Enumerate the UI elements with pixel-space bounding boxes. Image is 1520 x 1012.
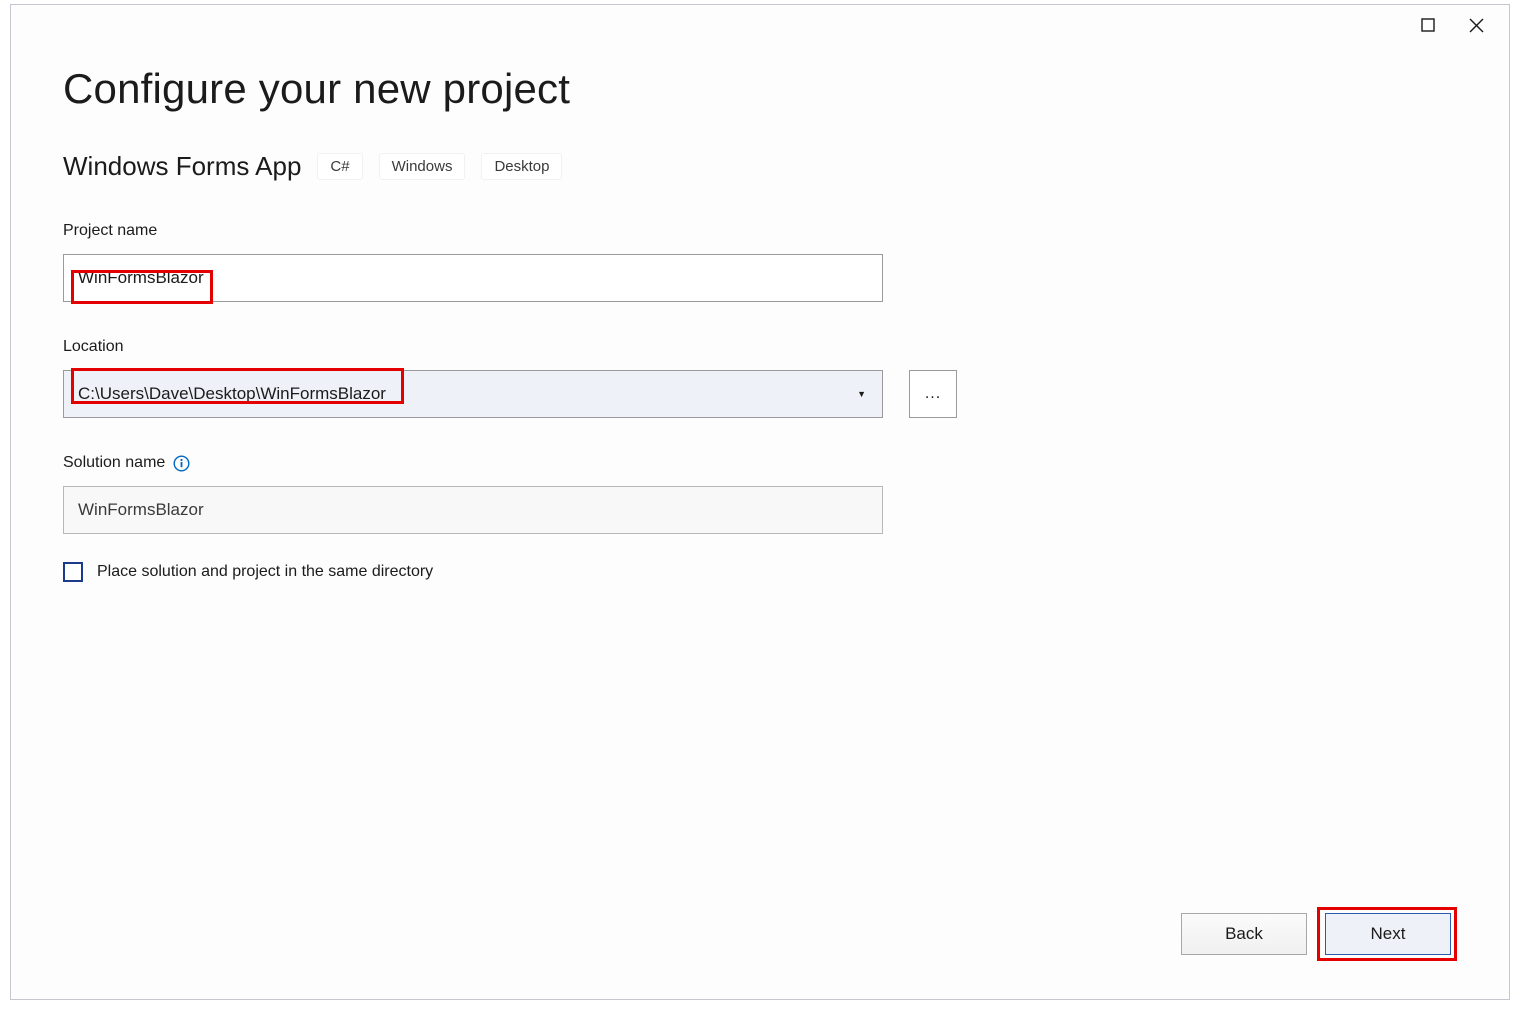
location-value: C:\Users\Dave\Desktop\WinFormsBlazor xyxy=(78,384,857,404)
same-directory-checkbox[interactable] xyxy=(63,562,83,582)
template-name: Windows Forms App xyxy=(63,151,301,182)
tag-platform: Windows xyxy=(379,153,466,180)
project-name-input[interactable] xyxy=(63,254,883,302)
page-title: Configure your new project xyxy=(63,65,1457,113)
titlebar xyxy=(1419,5,1509,45)
footer-buttons: Back Next xyxy=(1181,913,1451,955)
same-directory-row: Place solution and project in the same d… xyxy=(63,562,1457,582)
chevron-down-icon: ▼ xyxy=(857,389,868,399)
template-info-row: Windows Forms App C# Windows Desktop xyxy=(63,151,1457,182)
back-button[interactable]: Back xyxy=(1181,913,1307,955)
location-combo[interactable]: C:\Users\Dave\Desktop\WinFormsBlazor ▼ xyxy=(63,370,883,418)
solution-name-label: Solution name xyxy=(63,454,1457,472)
info-icon[interactable] xyxy=(173,455,190,472)
project-name-label: Project name xyxy=(63,222,1457,240)
solution-name-input[interactable] xyxy=(63,486,883,534)
dialog-window: Configure your new project Windows Forms… xyxy=(10,4,1510,1000)
close-icon[interactable] xyxy=(1467,16,1485,34)
content-area: Configure your new project Windows Forms… xyxy=(63,65,1457,999)
browse-button[interactable]: ... xyxy=(909,370,957,418)
maximize-icon[interactable] xyxy=(1419,16,1437,34)
location-label: Location xyxy=(63,338,1457,356)
tag-language: C# xyxy=(317,153,362,180)
location-row: C:\Users\Dave\Desktop\WinFormsBlazor ▼ .… xyxy=(63,370,1457,418)
next-button[interactable]: Next xyxy=(1325,913,1451,955)
same-directory-label: Place solution and project in the same d… xyxy=(97,563,433,581)
tag-project-type: Desktop xyxy=(481,153,562,180)
solution-name-label-text: Solution name xyxy=(63,454,165,472)
